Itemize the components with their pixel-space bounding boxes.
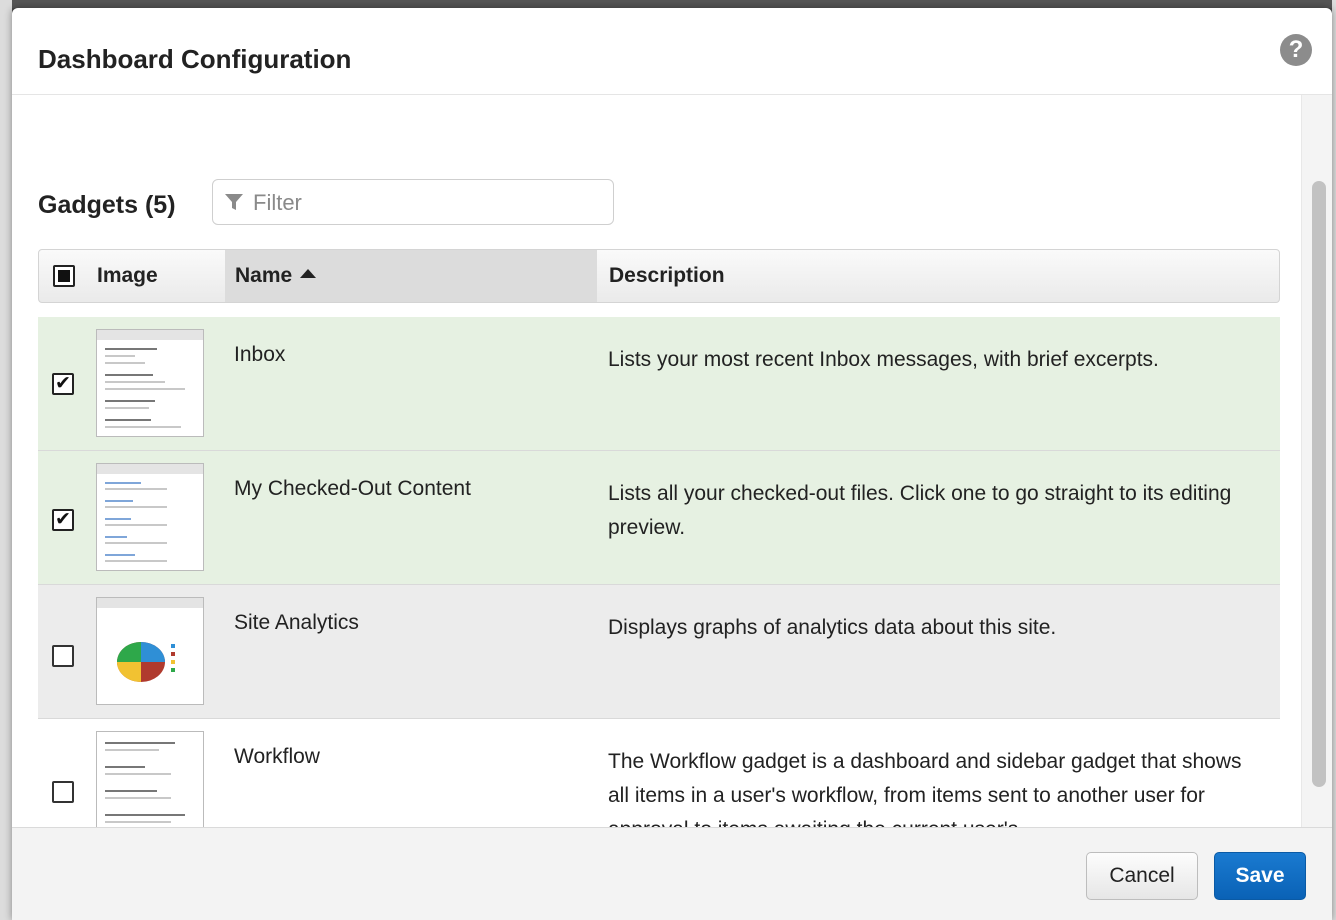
row-description: Lists your most recent Inbox messages, w…: [608, 348, 1159, 371]
save-button[interactable]: Save: [1214, 852, 1306, 900]
dialog-body: Gadgets (5) Image Name Description: [12, 95, 1332, 827]
row-checkbox[interactable]: [52, 508, 74, 531]
column-header-description[interactable]: Description: [597, 250, 725, 302]
row-checkbox[interactable]: [52, 372, 74, 395]
row-name: Workflow: [234, 745, 320, 768]
select-all-checkbox[interactable]: [53, 265, 75, 287]
dashboard-configuration-dialog: Dashboard Configuration ? Gadgets (5) Im…: [12, 8, 1332, 920]
gadgets-table: Image Name Description ✔ Inbox Lists you…: [38, 249, 1280, 827]
filter-field[interactable]: [212, 179, 614, 225]
row-description: The Workflow gadget is a dashboard and s…: [608, 750, 1242, 827]
dialog-footer: Cancel Save: [12, 827, 1332, 920]
row-description: Lists all your checked-out files. Click …: [608, 482, 1232, 539]
workflow-thumbnail: [96, 731, 204, 827]
filter-input[interactable]: [251, 186, 605, 220]
row-name: Inbox: [234, 343, 286, 366]
table-row[interactable]: Inbox Lists your most recent Inbox messa…: [38, 317, 1280, 451]
help-icon[interactable]: ?: [1280, 34, 1312, 66]
table-row[interactable]: Site Analytics Displays graphs of analyt…: [38, 585, 1280, 719]
page-backdrop-top: [0, 0, 1336, 8]
analytics-thumbnail: [96, 597, 204, 705]
page-backdrop-right: [1332, 0, 1336, 920]
select-all-cell: [39, 250, 87, 302]
row-name: My Checked-Out Content: [234, 477, 471, 500]
column-header-name[interactable]: Name: [225, 250, 597, 302]
row-checkbox[interactable]: [52, 645, 74, 667]
column-header-name-label: Name: [235, 264, 293, 287]
sort-ascending-icon: [300, 269, 317, 278]
table-row[interactable]: My Checked-Out Content Lists all your ch…: [38, 451, 1280, 585]
funnel-icon: [225, 194, 243, 210]
row-checkbox[interactable]: [52, 781, 74, 803]
table-header: Image Name Description: [38, 249, 1280, 303]
column-header-image: Image: [97, 264, 158, 287]
gadgets-heading: Gadgets (5): [38, 191, 176, 219]
table-row[interactable]: Workflow The Workflow gadget is a dashbo…: [38, 719, 1280, 827]
inbox-thumbnail: [96, 329, 204, 437]
checked-out-thumbnail: [96, 463, 204, 571]
cancel-button[interactable]: Cancel: [1086, 852, 1198, 900]
scrollbar[interactable]: [1301, 95, 1332, 827]
dialog-header: Dashboard Configuration ?: [12, 8, 1332, 95]
dialog-title: Dashboard Configuration: [38, 44, 352, 74]
page-backdrop-left: [0, 0, 12, 920]
row-name: Site Analytics: [234, 611, 359, 634]
scrollbar-thumb[interactable]: [1312, 181, 1326, 787]
row-description: Displays graphs of analytics data about …: [608, 616, 1057, 639]
